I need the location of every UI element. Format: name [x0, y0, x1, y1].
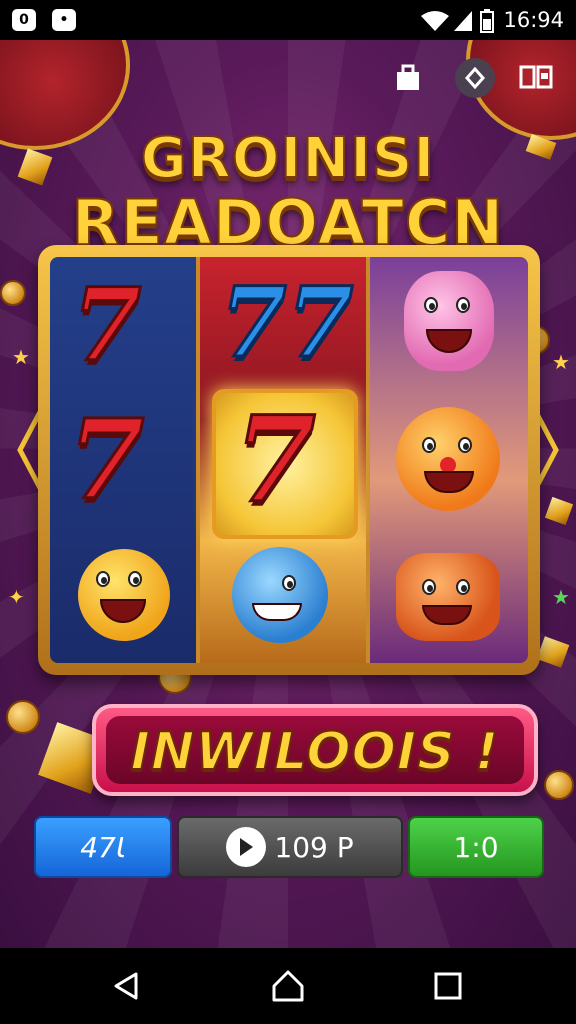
- notification-icon: 0: [12, 9, 36, 31]
- reels: 7 7 77 7: [50, 257, 528, 663]
- star-icon: ★: [552, 350, 570, 374]
- pot-face-symbol: [396, 553, 500, 641]
- bet-value: 47Ɩ: [80, 830, 126, 864]
- reel-1: 7 7: [50, 257, 200, 663]
- seven-symbol: 7: [67, 395, 147, 524]
- game-title-line1: GROINISI: [140, 125, 436, 192]
- coin-icon: [0, 280, 26, 306]
- bag-icon[interactable]: [388, 58, 428, 98]
- gift-diamond-icon[interactable]: [455, 58, 495, 98]
- clock: 16:94: [503, 8, 564, 32]
- spin-value: 109 P: [274, 830, 354, 864]
- duck-symbol: [78, 549, 170, 641]
- status-bar: 0 • 16:94: [0, 0, 576, 40]
- seven-symbol: 7: [232, 390, 317, 529]
- wifi-icon: [421, 11, 449, 31]
- star-icon: ✦: [8, 585, 25, 609]
- coin-icon: [6, 700, 40, 734]
- slot-game: GROINISI READOATCN ★ ★ ✦ ★ 7 7 77 7 INWI…: [0, 40, 576, 948]
- pink-face-symbol: [404, 271, 494, 371]
- signal-icon: [454, 11, 472, 31]
- back-icon[interactable]: [106, 966, 146, 1006]
- sun-clown-symbol: [396, 407, 500, 511]
- bet-button[interactable]: 47Ɩ: [34, 816, 172, 878]
- winning-cell-highlight: 7: [212, 389, 358, 539]
- reel-2: 77 7: [200, 257, 370, 663]
- win-button[interactable]: 1:0: [408, 816, 544, 878]
- seven-symbol: 7: [71, 266, 144, 384]
- battery-icon: [480, 9, 494, 33]
- win-banner-text: INWILOOIS !: [130, 721, 500, 783]
- dolphin-symbol: [232, 547, 328, 643]
- win-value: 1:0: [453, 830, 499, 864]
- reel-3: [370, 257, 528, 663]
- win-banner: INWILOOIS !: [92, 704, 538, 796]
- star-icon: ★: [552, 585, 570, 609]
- recents-icon[interactable]: [428, 966, 468, 1006]
- double-seven-symbol: 77: [219, 266, 356, 379]
- navigation-bar: [0, 948, 576, 1024]
- home-icon[interactable]: [268, 966, 308, 1006]
- coin-icon: [544, 770, 574, 800]
- notification-icon: •: [52, 9, 76, 31]
- play-icon: [226, 827, 267, 867]
- star-icon: ★: [12, 345, 30, 369]
- slot-machine-frame: 7 7 77 7: [38, 245, 540, 675]
- book-icon[interactable]: [516, 58, 556, 98]
- spin-button[interactable]: 109 P: [177, 816, 403, 878]
